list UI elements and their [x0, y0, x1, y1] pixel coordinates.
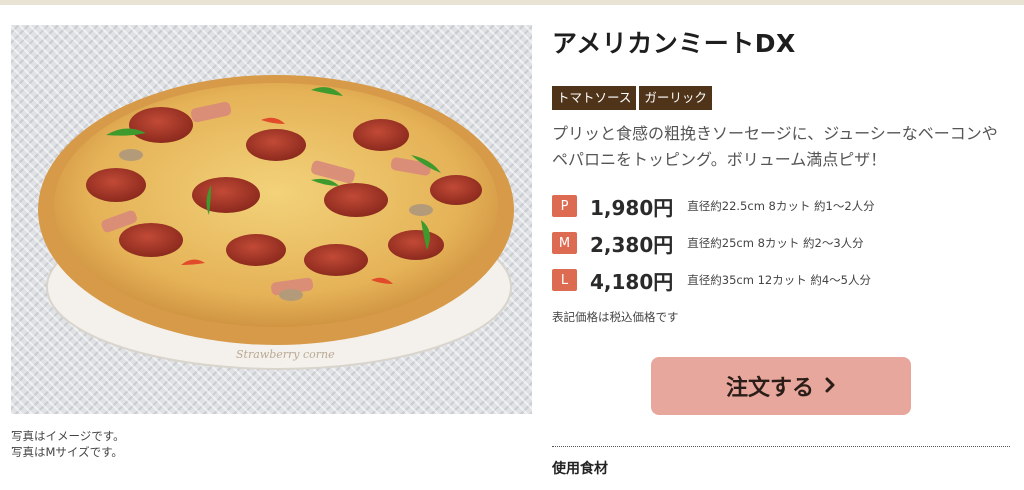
- size-badge-p: P: [552, 195, 577, 217]
- order-button[interactable]: 注文する: [651, 357, 911, 415]
- ingredients-heading: 使用食材: [552, 461, 608, 477]
- order-button-label: 注文する: [725, 376, 814, 401]
- top-border: [0, 0, 1024, 5]
- price-l: 4,180円: [590, 269, 674, 294]
- pizza-photo: Strawberry corne: [11, 25, 532, 414]
- product-title: アメリカンミートDX: [552, 29, 796, 58]
- pizza-illustration: Strawberry corne: [38, 75, 514, 370]
- section-divider: [552, 446, 1010, 447]
- chevron-right-icon: [824, 374, 836, 398]
- price-row-l: L 4,180円 直径約35cm 12カット 約4〜5人分: [552, 268, 872, 294]
- tag-garlic: ガーリック: [639, 86, 712, 110]
- product-tags: トマトソース ガーリック: [552, 86, 712, 110]
- tag-tomato-sauce: トマトソース: [552, 86, 637, 110]
- price-m: 2,380円: [590, 232, 674, 257]
- photo-caption: 写真はイメージです。 写真はMサイズです。: [11, 428, 311, 460]
- price-detail-m: 直径約25cm 8カット 約2〜3人分: [687, 236, 864, 250]
- price-p: 1,980円: [590, 195, 674, 220]
- size-badge-l: L: [552, 269, 577, 291]
- price-row-m: M 2,380円 直径約25cm 8カット 約2〜3人分: [552, 231, 864, 257]
- caption-line-2: 写真はMサイズです。: [11, 445, 123, 459]
- price-row-p: P 1,980円 直径約22.5cm 8カット 約1〜2人分: [552, 194, 875, 220]
- size-badge-m: M: [552, 232, 577, 254]
- price-detail-l: 直径約35cm 12カット 約4〜5人分: [687, 273, 872, 287]
- caption-line-1: 写真はイメージです。: [11, 429, 125, 443]
- product-description: プリッと食感の粗挽きソーセージに、ジューシーなベーコンやペパロニをトッピング。ボ…: [552, 124, 998, 169]
- price-detail-p: 直径約22.5cm 8カット 約1〜2人分: [687, 199, 875, 213]
- plate-text: Strawberry corne: [236, 348, 335, 361]
- tax-note: 表記価格は税込価格です: [552, 310, 679, 324]
